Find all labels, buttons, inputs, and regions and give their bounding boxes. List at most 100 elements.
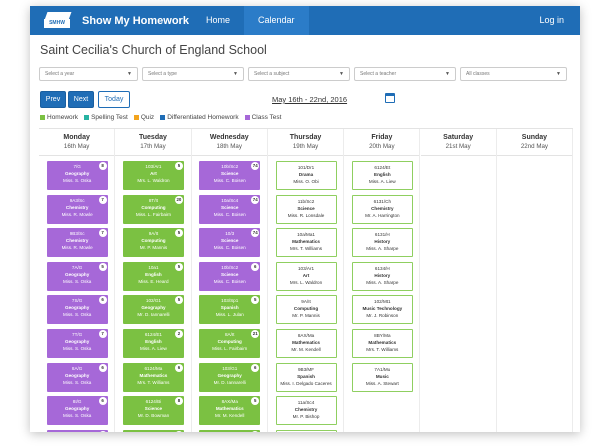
homework-card[interactable]: 102/Mt1 Music Technology Mr. J. Robinson <box>351 295 413 325</box>
legend-spelling-test: Spelling Test <box>84 114 128 121</box>
homework-card[interactable]: 6124/Bi Science Mr. D. Bowman 8 <box>122 396 184 426</box>
legend-swatch <box>160 115 166 120</box>
homework-card[interactable]: 10a/Sc4 Science Miss. C. Boisen 74 <box>199 194 261 224</box>
homework-card[interactable]: 8I/GGeography6 <box>46 429 108 432</box>
legend-label: Spelling Test <box>91 114 128 121</box>
homework-card[interactable]: 8BY/Ma Mathematics Mrs. T. Williams <box>351 329 413 358</box>
homework-card[interactable]: 9B3/MF Spanish Miss. I. Delgado Caceres <box>275 362 337 392</box>
chevron-down-icon: ▼ <box>127 71 132 77</box>
day-column-saturday: Saturday 21st May <box>420 129 497 432</box>
card-subject: Chemistry <box>65 204 89 210</box>
brand-name[interactable]: Show My Homework <box>82 15 192 27</box>
legend-differentiated-homework: Differentiated Homework <box>160 114 239 121</box>
homework-card[interactable]: 8I/G Geography Miss. S. Oska 6 <box>46 396 108 426</box>
homework-card[interactable]: 7S/G Geography Miss. S. Oska 6 <box>46 295 108 325</box>
homework-card[interactable]: 6124/Et English Miss. A. Liew <box>351 161 413 190</box>
card-teacher: Mr. P. Mannis <box>292 313 320 319</box>
homework-card[interactable]: 7T/G Geography Miss. S. Oska 7 <box>46 329 108 358</box>
card-teacher: Mr. D. Bowman <box>137 413 170 419</box>
prev-button[interactable]: Prev <box>40 91 66 108</box>
homework-card[interactable]: 7A1/Mu Music Miss. A. Stewart <box>351 362 413 392</box>
homework-card[interactable]: 11a/Sc4 Chemistry Mr. P. Bishop <box>275 396 337 426</box>
card-teacher: Miss. S. Oska <box>62 178 92 183</box>
homework-card[interactable]: 10a/Ma1 Mathematics Mrs. T. Williams <box>275 228 337 258</box>
submission-count-badge: 74 <box>251 195 260 204</box>
teacher-select[interactable]: Select a teacher ▼ <box>354 67 456 81</box>
submission-count-badge: 5 <box>174 162 183 170</box>
day-name: Wednesday <box>209 134 249 141</box>
date-range: May 16th - 22nd, 2016 <box>272 95 348 104</box>
card-subject: Mathematics <box>215 406 244 412</box>
homework-card[interactable]: 102/G1 Geography Mr. D. Iannarelli 5 <box>122 295 184 325</box>
homework-card[interactable]: 7/G Geography Miss. S. Oska 8 <box>46 161 108 190</box>
homework-card[interactable]: 103/Ar1 Art Mrs. L. Waldron 5 <box>122 161 184 190</box>
homework-card[interactable]: 8AX/Ma Mathematics Mr. M. Kendell 5 <box>199 396 261 426</box>
nav-home[interactable]: Home <box>192 6 244 35</box>
card-class-code: 103/Ar1 <box>297 265 315 271</box>
card-subject: Computing <box>293 306 319 312</box>
homework-card[interactable]: 7A/G Geography Miss. S. Oska 5 <box>46 261 108 291</box>
homework-card[interactable]: 101/Dr1 Drama Miss. O. Obi <box>275 161 337 190</box>
day-column-tuesday: Tuesday 17th May 103/Ar1 Art Mrs. L. Waldron… <box>115 129 192 432</box>
card-class-code: 11b/Sc2 <box>297 198 315 204</box>
login-link[interactable]: Log in <box>539 6 564 35</box>
card-teacher: Mr. A. Harrington <box>365 212 400 218</box>
homework-card[interactable]: 6125/BiScience8 <box>122 429 184 432</box>
homework-card[interactable]: 10b/Sc2 Science Miss. C. Boisen 6 <box>199 261 261 291</box>
homework-card[interactable]: 8A/G Geography Miss. S. Oska 6 <box>46 362 108 392</box>
card-subject: English <box>374 172 391 177</box>
homework-card[interactable]: 6131/H History Miss. A. Sharpe <box>351 228 413 258</box>
homework-card[interactable]: 8AX/Ma Mathematics Mr. M. Kendell <box>275 329 337 358</box>
card-teacher: Mrs. L. Waldron <box>289 279 323 285</box>
homework-card[interactable]: 6124/Ma Mathematics Mrs. T. Williams 6 <box>122 362 184 392</box>
submission-count-badge: 6 <box>98 397 107 406</box>
homework-card[interactable]: 6134/H History Miss. A. Sharpe <box>351 261 413 291</box>
logo-icon[interactable]: SMHW <box>44 11 72 30</box>
day-date: 17th May <box>140 143 166 150</box>
homework-card[interactable]: 6132/DrDrama5 <box>199 429 261 432</box>
homework-card[interactable]: 8A/It Computing Miss. L. Fairbairn 21 <box>199 329 261 358</box>
homework-card[interactable]: 10b/Sc2 Science Miss. C. Boisen 74 <box>199 161 261 190</box>
homework-card[interactable]: 6124/E1 English Miss. A. Liew 2 <box>122 329 184 358</box>
card-teacher: Miss. C. Boisen <box>213 245 246 251</box>
subject-select[interactable]: Select a subject ▼ <box>248 67 350 81</box>
today-button[interactable]: Today <box>98 91 130 108</box>
day-column-wednesday: Wednesday 18th May 10b/Sc2 Science Miss. C. … <box>191 129 268 432</box>
homework-card[interactable]: 103/Sp1 Spanish Miss. L. Julan 5 <box>199 295 261 325</box>
homework-card[interactable]: 9B3/Sc Chemistry Miss. R. Mowle 7 <box>46 228 108 258</box>
year-select[interactable]: Select a year ▼ <box>39 67 138 81</box>
week-calendar: Monday 16th May 7/G Geography Miss. S. Oska 8… <box>39 128 574 432</box>
calendar-icon[interactable] <box>385 93 395 103</box>
homework-card[interactable]: 103/Ar1 Art Mrs. L. Waldron <box>275 261 337 291</box>
homework-card[interactable]: 103/G1 Geography Mr. D. Iannarelli 6 <box>199 362 261 392</box>
homework-card[interactable]: 9A3/Sc Chemistry Miss. R. Mowle 7 <box>46 194 108 224</box>
homework-card[interactable]: 11b/Sc2 Science Miss. R. Lonsdale <box>275 194 337 224</box>
card-subject: Science <box>221 204 239 210</box>
nav-calendar[interactable]: Calendar <box>244 6 309 35</box>
day-header: Tuesday 17th May <box>115 129 191 156</box>
submission-count-badge: 6 <box>98 430 107 432</box>
next-button[interactable]: Next <box>68 91 94 108</box>
homework-card[interactable]: 9A/It Computing Mr. P. Mannis 5 <box>122 228 184 258</box>
day-date: 21st May <box>445 143 471 150</box>
card-teacher: Mrs. T. Williams <box>289 246 323 252</box>
homework-card[interactable]: 6131/BiBiology <box>275 429 337 432</box>
type-select[interactable]: Select a type ▼ <box>142 67 244 81</box>
homework-card[interactable]: 10/3 Science Miss. C. Boisen 74 <box>199 228 261 258</box>
card-teacher: Miss. S. Oska <box>62 413 92 419</box>
class-select[interactable]: All classes ▼ <box>460 67 567 81</box>
homework-card[interactable]: 10a1 English Miss. E. Heard 5 <box>122 261 184 291</box>
day-date: 22nd May <box>520 143 549 150</box>
homework-card[interactable]: 6131/Ch Chemistry Mr. A. Harrington <box>351 194 413 224</box>
chevron-down-icon: ▼ <box>233 71 238 77</box>
card-subject: Mathematics <box>139 372 168 378</box>
card-teacher: Miss. A. Stewart <box>365 380 399 386</box>
day-name: Sunday <box>521 134 548 141</box>
homework-card[interactable]: 8T/It Computing Miss. L. Fairbairn 20 <box>122 194 184 224</box>
card-class-code: 6131/H <box>374 232 390 238</box>
chevron-down-icon: ▼ <box>556 71 561 77</box>
card-subject: Mathematics <box>368 340 397 345</box>
card-subject: Chemistry <box>65 238 89 244</box>
card-subject: Geography <box>65 406 90 412</box>
homework-card[interactable]: 9A/It Computing Mr. P. Mannis <box>275 295 337 325</box>
